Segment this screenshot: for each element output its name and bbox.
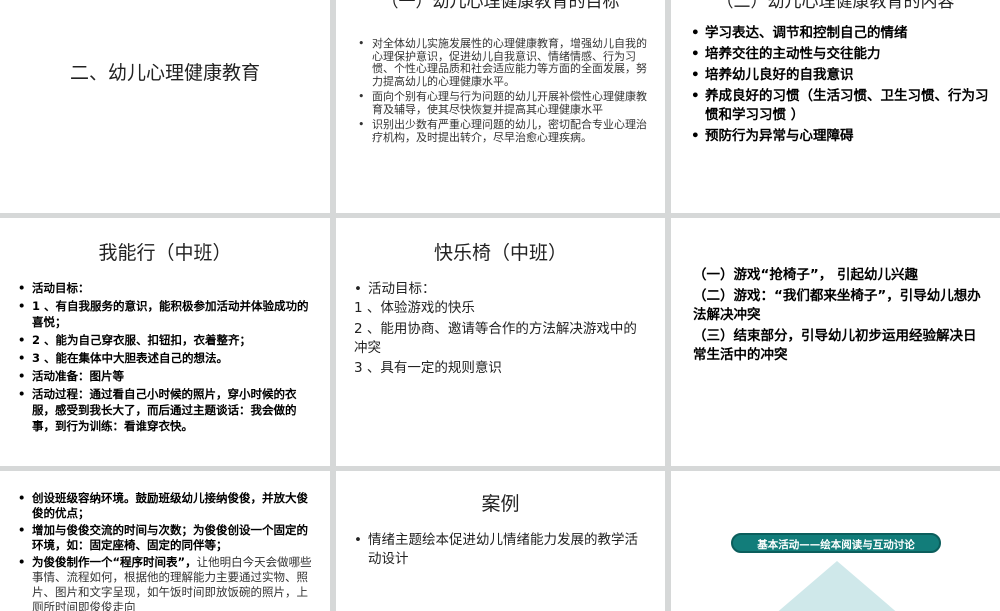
slide-title: （一）幼儿心理健康教育的目标 (381, 0, 620, 12)
list-item: 识别出少数有严重心理问题的幼儿，密切配合专业心理治疗机构，及时提出转介，尽早治愈… (358, 118, 648, 144)
goal-line: 3 、具有一定的规则意识 (354, 360, 502, 376)
slide-title: （二）幼儿心理健康教育的内容 (716, 0, 955, 12)
bullet-list: 活动目标： 1 、有自我服务的意识，能积极参加活动并体验成功的喜悦； 2 、能为… (18, 280, 318, 436)
list-item: 2 、能为自己穿衣服、扣钮扣，衣着整齐； (18, 332, 318, 348)
list-item: 活动目标： (18, 280, 318, 296)
list-item: 培养交往的主动性与交往能力 (691, 45, 991, 64)
list-item: 情绪主题绘本促进幼儿情绪能力发展的教学活动设计 (354, 531, 649, 569)
bullet-list: 活动目标： (354, 280, 644, 299)
list-item: 培养幼儿良好的自我意识 (691, 66, 991, 85)
list-item: 活动目标： (354, 280, 644, 299)
slide-8[interactable]: 案例 情绪主题绘本促进幼儿情绪能力发展的教学活动设计 (336, 471, 665, 611)
step-paragraph: （三）结束部分，引导幼儿初步运用经验解决日常生活中的冲突 (693, 328, 977, 363)
list-item: 创设班级容纳环境。鼓励班级幼儿接纳俊俊，并放大俊俊的优点； (18, 491, 313, 521)
slide-7[interactable]: 创设班级容纳环境。鼓励班级幼儿接纳俊俊，并放大俊俊的优点； 增加与俊俊交流的时间… (0, 471, 330, 611)
list-item: 活动过程：通过看自己小时候的照片，穿小时候的衣服，感受到我长大了，而后通过主题谈… (18, 386, 318, 434)
list-item: 面向个别有心理与行为问题的幼儿开展补偿性心理健康教育及辅导，使其尽快恢复并提高其… (358, 90, 648, 116)
activity-steps: （一）游戏“抢椅子”， 引起幼儿兴趣 （二）游戏：“我们都来坐椅子”，引导幼儿想… (693, 266, 983, 367)
slide-6[interactable]: （一）游戏“抢椅子”， 引起幼儿兴趣 （二）游戏：“我们都来坐椅子”，引导幼儿想… (671, 218, 1000, 466)
list-item: 为俊俊制作一个“程序时间表”，让他明白今天会做哪些事情、流程如何，根据他的理解能… (18, 555, 313, 611)
slide-title: 快乐椅（中班） (433, 242, 567, 264)
step-paragraph: （一）游戏“抢椅子”， 引起幼儿兴趣 (693, 267, 918, 283)
slide-9[interactable]: 基本活动——绘本阅读与互动讨论 (671, 471, 1000, 611)
step-paragraph: （二）游戏：“我们都来坐椅子”，引导幼儿想办法解决冲突 (693, 288, 981, 323)
slide-4[interactable]: 我能行（中班） 活动目标： 1 、有自我服务的意识，能积极参加活动并体验成功的喜… (0, 218, 330, 466)
slide-title: 我能行（中班） (98, 242, 232, 264)
list-item: 对全体幼儿实施发展性的心理健康教育，增强幼儿自我的心理保护意识，促进幼儿自我意识… (358, 37, 648, 88)
slide-title: 二、幼儿心理健康教育 (69, 62, 260, 84)
list-item: 3 、能在集体中大胆表述自己的想法。 (18, 350, 318, 366)
goal-line: 1 、体验游戏的快乐 (354, 300, 475, 316)
slide-2[interactable]: （一）幼儿心理健康教育的目标 对全体幼儿实施发展性的心理健康教育，增强幼儿自我的… (336, 0, 665, 213)
list-item: 增加与俊俊交流的时间与次数；为俊俊创设一个固定的环境，如：固定座椅、固定的同伴等… (18, 523, 313, 553)
slide-title: 案例 (481, 493, 520, 515)
list-item: 养成良好的习惯（生活习惯、卫生习惯、行为习惯和学习习惯 ） (691, 87, 991, 125)
bullet-list: 对全体幼儿实施发展性的心理健康教育，增强幼儿自我的心理保护意识，促进幼儿自我意识… (358, 37, 648, 147)
slide-1[interactable]: 二、幼儿心理健康教育 (0, 0, 330, 213)
slide-5[interactable]: 快乐椅（中班） 活动目标： 1 、体验游戏的快乐 2 、能用协商、邀请等合作的方… (336, 218, 665, 466)
activity-banner: 基本活动——绘本阅读与互动讨论 (731, 533, 941, 553)
bullet-list: 创设班级容纳环境。鼓励班级幼儿接纳俊俊，并放大俊俊的优点； 增加与俊俊交流的时间… (18, 491, 313, 611)
list-item: 预防行为异常与心理障碍 (691, 127, 991, 146)
list-item: 活动准备：图片等 (18, 368, 318, 384)
bullet-list: 情绪主题绘本促进幼儿情绪能力发展的教学活动设计 (354, 531, 649, 569)
triangle-shape (767, 561, 907, 611)
list-item: 1 、有自我服务的意识，能积极参加活动并体验成功的喜悦； (18, 298, 318, 330)
list-item: 学习表达、调节和控制自己的情绪 (691, 24, 991, 43)
list-item-bold: 为俊俊制作一个“程序时间表”， (32, 555, 197, 569)
goal-line: 2 、能用协商、邀请等合作的方法解决游戏中的冲突 (354, 321, 637, 356)
slide-3[interactable]: （二）幼儿心理健康教育的内容 学习表达、调节和控制自己的情绪 培养交往的主动性与… (671, 0, 1000, 213)
bullet-list: 学习表达、调节和控制自己的情绪 培养交往的主动性与交往能力 培养幼儿良好的自我意… (691, 24, 991, 148)
